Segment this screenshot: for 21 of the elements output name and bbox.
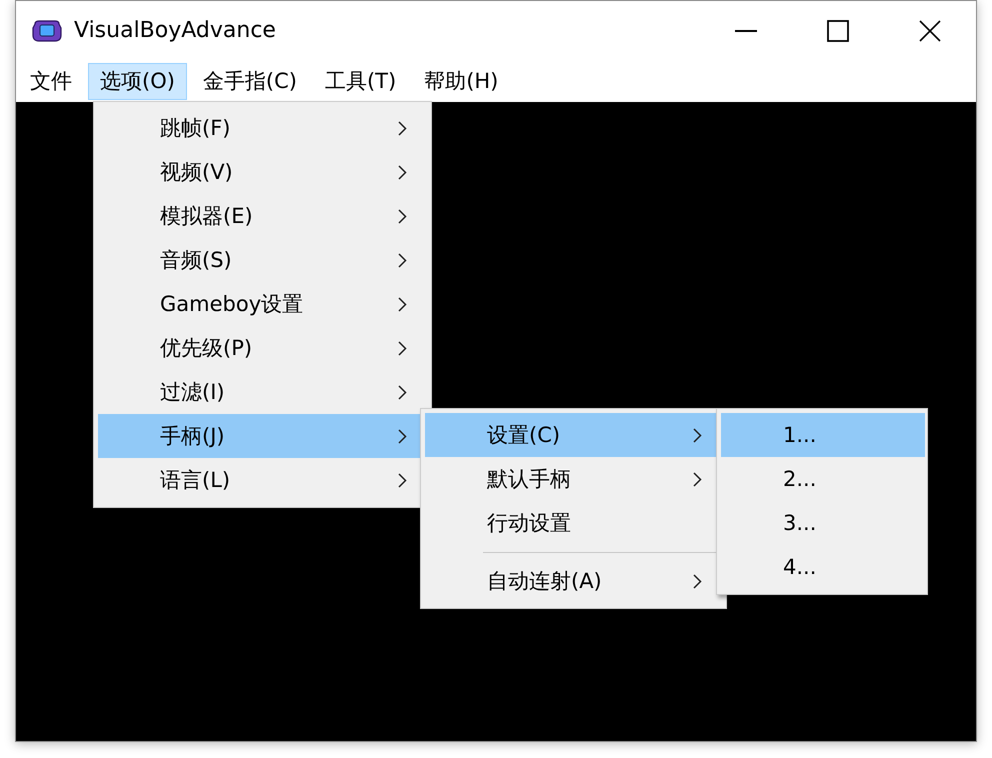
window-title: VisualBoyAdvance: [74, 18, 276, 43]
menu-item[interactable]: 1...: [721, 413, 925, 457]
menu-item[interactable]: 3...: [721, 501, 925, 545]
maximize-icon: [827, 20, 849, 42]
menu-bar-item[interactable]: 金手指(C): [190, 62, 309, 100]
menu-item[interactable]: 优先级(P): [98, 326, 429, 370]
menu-bar-item[interactable]: 选项(O): [88, 62, 187, 100]
menu-item[interactable]: 音频(S): [98, 238, 429, 282]
menu-item[interactable]: 4...: [721, 545, 925, 589]
minimize-icon: [735, 30, 757, 32]
menu-item[interactable]: 过滤(I): [98, 370, 429, 414]
menu-bar-item[interactable]: 帮助(H): [412, 62, 510, 100]
menu-bar-item[interactable]: 文件: [18, 62, 84, 100]
menu-item[interactable]: 2...: [721, 457, 925, 501]
menu-item[interactable]: Gameboy设置: [98, 282, 429, 326]
menu-item[interactable]: 视频(V): [98, 150, 429, 194]
menu-item[interactable]: 跳帧(F): [98, 106, 429, 150]
app-icon: [32, 18, 62, 42]
close-icon: [919, 20, 941, 42]
menu-bar-item[interactable]: 工具(T): [312, 62, 408, 100]
menu-item[interactable]: 模拟器(E): [98, 194, 429, 238]
